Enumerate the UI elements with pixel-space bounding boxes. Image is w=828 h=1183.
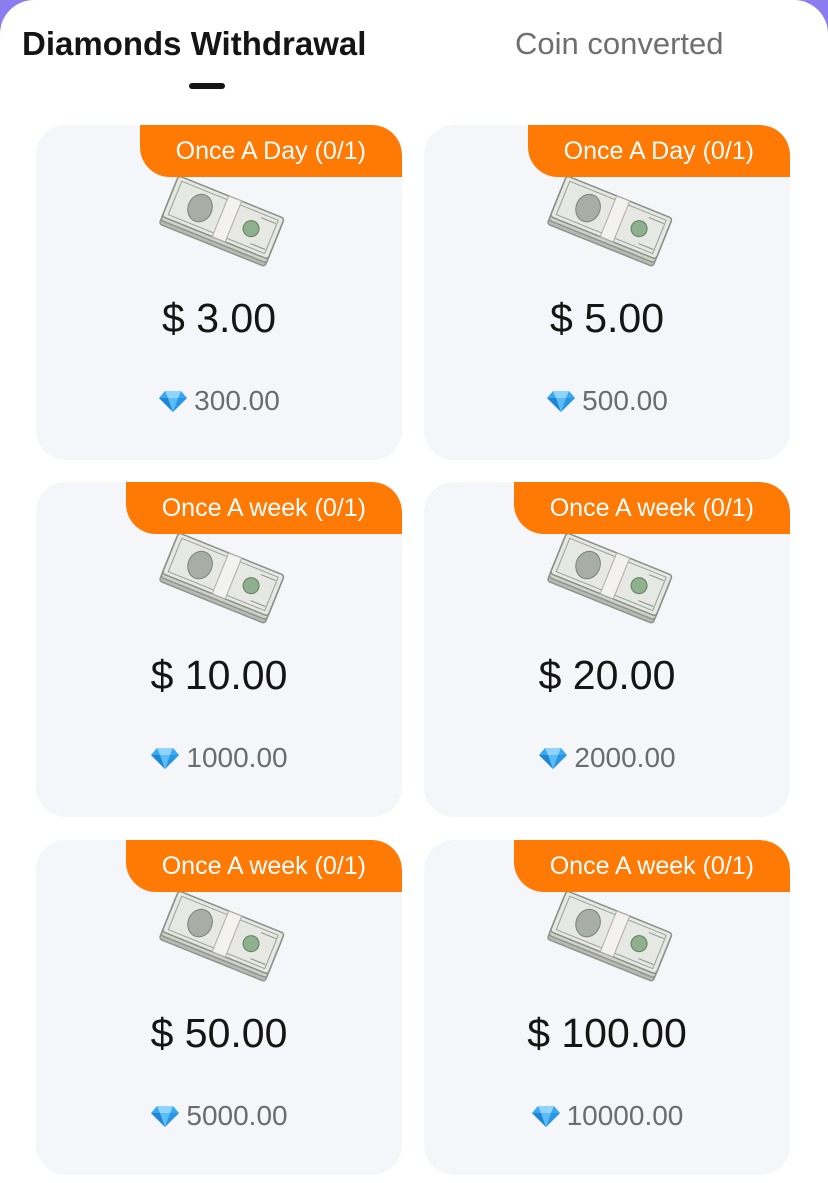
withdrawal-option-card[interactable]: Once A week (0/1) $ 10.00 1000.00 <box>36 482 402 817</box>
tab-bar: Diamonds Withdrawal Coin converted <box>0 0 828 100</box>
frequency-limit-badge: Once A Day (0/1) <box>527 125 790 177</box>
diamond-cost-value: 1000.00 <box>186 742 288 773</box>
diamond-icon <box>547 391 576 412</box>
withdrawal-option-card[interactable]: Once A week (0/1) $ 20.00 2000.00 <box>424 482 790 817</box>
withdrawal-amount: $ 10.00 <box>150 652 288 698</box>
tab-diamonds-withdrawal[interactable]: Diamonds Withdrawal <box>22 22 366 66</box>
withdrawal-amount: $ 3.00 <box>162 295 276 341</box>
withdrawal-option-card[interactable]: Once A week (0/1) $ 50.00 5000.00 <box>36 840 402 1175</box>
diamond-icon <box>531 1106 560 1127</box>
withdrawal-amount: $ 5.00 <box>550 295 664 341</box>
diamond-icon <box>159 391 188 412</box>
frequency-limit-badge: Once A Day (0/1) <box>139 125 402 177</box>
diamond-cost-value: 2000.00 <box>574 742 676 773</box>
diamond-cost-value: 5000.00 <box>186 1100 288 1131</box>
cash-stack-icon <box>159 534 285 624</box>
withdrawal-option-card[interactable]: Once A week (0/1) $ 100.00 10000.00 <box>424 840 790 1175</box>
diamond-cost-value: 300.00 <box>194 385 280 416</box>
diamond-cost: 2000.00 <box>424 742 790 774</box>
withdrawal-option-card[interactable]: Once A Day (0/1) $ 5.00 500.00 <box>424 125 790 460</box>
withdrawal-amount: $ 20.00 <box>538 652 676 698</box>
cash-stack-icon <box>547 177 673 267</box>
withdrawal-amount: $ 50.00 <box>150 1010 288 1056</box>
cash-stack-icon <box>547 892 673 982</box>
cash-stack-icon <box>159 177 285 267</box>
diamond-icon <box>539 748 568 769</box>
withdrawal-sheet: Diamonds Withdrawal Coin converted Once … <box>0 0 828 1183</box>
cash-stack-icon <box>159 892 285 982</box>
diamond-cost: 1000.00 <box>36 742 402 774</box>
active-tab-indicator <box>189 83 225 89</box>
cash-stack-icon <box>547 534 673 624</box>
diamond-cost-value: 500.00 <box>582 385 668 416</box>
diamond-cost-value: 10000.00 <box>566 1100 684 1131</box>
diamond-cost: 5000.00 <box>36 1100 402 1132</box>
diamond-cost: 300.00 <box>36 385 402 417</box>
withdrawal-option-card[interactable]: Once A Day (0/1) $ 3.00 300.00 <box>36 125 402 460</box>
diamond-icon <box>151 1106 180 1127</box>
frequency-limit-badge: Once A week (0/1) <box>125 482 402 534</box>
diamond-cost: 500.00 <box>424 385 790 417</box>
tab-coin-converted[interactable]: Coin converted <box>515 22 724 66</box>
diamond-cost: 10000.00 <box>424 1100 790 1132</box>
frequency-limit-badge: Once A week (0/1) <box>125 840 402 892</box>
withdrawal-amount: $ 100.00 <box>527 1010 687 1056</box>
frequency-limit-badge: Once A week (0/1) <box>513 482 790 534</box>
diamond-icon <box>151 748 180 769</box>
frequency-limit-badge: Once A week (0/1) <box>513 840 790 892</box>
